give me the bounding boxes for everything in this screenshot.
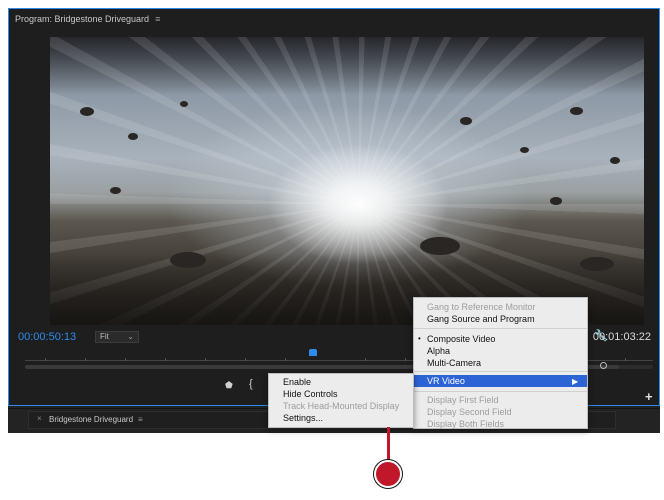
ruler-tick (245, 358, 246, 361)
menu-item-gang-to-reference-monitor: Gang to Reference Monitor (427, 302, 536, 312)
menu-item-display-first-field: Display First Field (427, 395, 499, 405)
menu-item-gang-source-and-program[interactable]: Gang Source and Program (427, 314, 535, 324)
debris-piece (520, 147, 529, 153)
panel-title-text: Program: Bridgestone Driveguard (15, 14, 150, 24)
vr-video-submenu: Enable Hide Controls Track Head-Mounted … (268, 373, 414, 428)
debris-piece (580, 257, 614, 271)
debris-piece (80, 107, 94, 116)
ruler-tick (625, 358, 626, 361)
duration-timecode: 00:01:03:22 (592, 331, 651, 343)
current-timecode[interactable]: 00:00:50:13 (18, 331, 76, 343)
checkmark-bullet-icon: • (418, 334, 421, 343)
debris-piece (460, 117, 472, 125)
zoom-level-value: Fit (100, 332, 109, 341)
button-editor-plus-icon[interactable]: + (645, 389, 653, 404)
menu-item-hide-controls[interactable]: Hide Controls (283, 389, 338, 399)
tab-label: Bridgestone Driveguard ≡ (49, 415, 143, 424)
playhead[interactable] (309, 349, 317, 356)
tab-label-text: Bridgestone Driveguard (49, 415, 134, 424)
panel-title[interactable]: Program: Bridgestone Driveguard ≡ (15, 14, 160, 24)
program-monitor-context-menu: Gang to Reference Monitor Gang Source an… (413, 297, 588, 429)
close-icon[interactable]: × (37, 414, 42, 423)
menu-item-enable[interactable]: Enable (283, 377, 311, 387)
ruler-tick (405, 358, 406, 361)
menu-item-display-both-fields: Display Both Fields (427, 419, 505, 429)
zoom-scrollbar-handle[interactable] (600, 362, 607, 369)
ruler-tick (45, 358, 46, 361)
menu-separator (414, 371, 587, 372)
menu-item-display-second-field: Display Second Field (427, 407, 512, 417)
debris-piece (550, 197, 562, 205)
menu-separator (414, 328, 587, 329)
ruler-tick (285, 358, 286, 361)
ruler-tick (125, 358, 126, 361)
menu-item-alpha[interactable]: Alpha (427, 346, 450, 356)
panel-menu-icon[interactable]: ≡ (155, 14, 160, 24)
debris-piece (170, 252, 206, 268)
menu-item-track-head-mounted-display: Track Head-Mounted Display (283, 401, 400, 411)
ruler-tick (85, 358, 86, 361)
menu-item-settings[interactable]: Settings... (283, 413, 323, 423)
ruler-tick (365, 358, 366, 361)
tab-menu-icon[interactable]: ≡ (138, 415, 143, 424)
debris-piece (180, 101, 188, 107)
ruler-tick (165, 358, 166, 361)
submenu-arrow-icon: ▶ (572, 377, 579, 386)
debris-piece (110, 187, 121, 194)
callout-marker (374, 460, 402, 488)
vr-video-frame[interactable] (50, 37, 644, 325)
add-marker-button[interactable]: ⬟ (225, 380, 233, 391)
debris-piece (128, 133, 138, 140)
debris-piece (570, 107, 583, 115)
debris-piece (610, 157, 620, 164)
zoom-level-select[interactable]: Fit ⌄ (95, 331, 139, 343)
debris-piece (420, 237, 460, 255)
menu-item-composite-video[interactable]: Composite Video (427, 334, 495, 344)
mark-in-button[interactable]: { (249, 378, 253, 390)
menu-item-vr-video[interactable]: VR Video (427, 376, 465, 386)
menu-separator (414, 391, 587, 392)
menu-item-multi-camera[interactable]: Multi-Camera (427, 358, 481, 368)
chevron-down-icon: ⌄ (127, 332, 134, 341)
ruler-tick (205, 358, 206, 361)
